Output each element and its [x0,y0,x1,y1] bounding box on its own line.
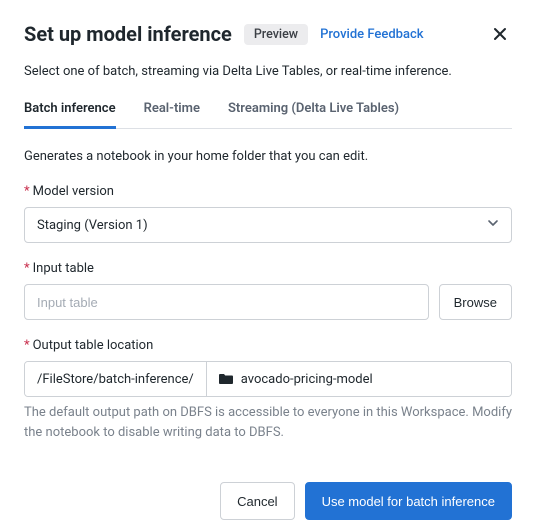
cancel-button[interactable]: Cancel [220,482,294,520]
feedback-link[interactable]: Provide Feedback [320,27,423,42]
output-table-hint: The default output path on DBFS is acces… [24,403,512,442]
close-icon [492,26,508,42]
input-table-label: *Input table [24,261,512,276]
model-version-value: Staging (Version 1) [37,218,148,233]
submit-button[interactable]: Use model for batch inference [305,482,512,520]
tab-description: Generates a notebook in your home folder… [24,149,512,164]
tab-real-time[interactable]: Real-time [144,101,200,129]
browse-button[interactable]: Browse [439,284,512,320]
model-version-label: *Model version [24,184,512,199]
model-version-select[interactable]: Staging (Version 1) [24,207,512,243]
tab-batch-inference[interactable]: Batch inference [24,101,116,129]
output-table-field[interactable]: /FileStore/batch-inference/ avocado-pric… [24,361,512,397]
close-button[interactable] [488,22,512,46]
input-table-field[interactable] [24,284,429,320]
preview-badge: Preview [244,24,308,45]
dialog-title: Set up model inference [24,22,232,46]
folder-icon [219,373,233,385]
output-table-label: *Output table location [24,338,512,353]
chevron-down-icon [487,217,499,233]
intro-text: Select one of batch, streaming via Delta… [24,64,512,79]
output-path-name[interactable]: avocado-pricing-model [207,362,511,396]
tab-streaming[interactable]: Streaming (Delta Live Tables) [228,101,399,129]
tabs: Batch inference Real-time Streaming (Del… [24,101,512,129]
output-path-prefix: /FileStore/batch-inference/ [25,362,207,396]
